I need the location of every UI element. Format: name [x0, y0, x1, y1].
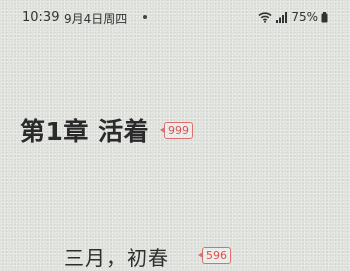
status-bar: 10:39 9月4日周四 75%	[0, 0, 350, 34]
battery-icon	[321, 11, 328, 22]
signal-icon	[276, 11, 288, 23]
status-icons: 75%	[258, 9, 328, 25]
wifi-icon	[258, 12, 272, 23]
chapter-comment-badge[interactable]: 999	[160, 122, 193, 139]
status-time: 10:39	[22, 10, 60, 25]
chapter-title: 第1章 活着	[20, 117, 150, 146]
battery-percent: 75%	[291, 10, 318, 24]
notification-dot-icon	[143, 15, 147, 19]
status-date: 9月4日周四	[64, 12, 128, 26]
paragraph-text: 三月，初春	[64, 246, 169, 270]
paragraph-comment-badge[interactable]: 596	[198, 247, 231, 264]
